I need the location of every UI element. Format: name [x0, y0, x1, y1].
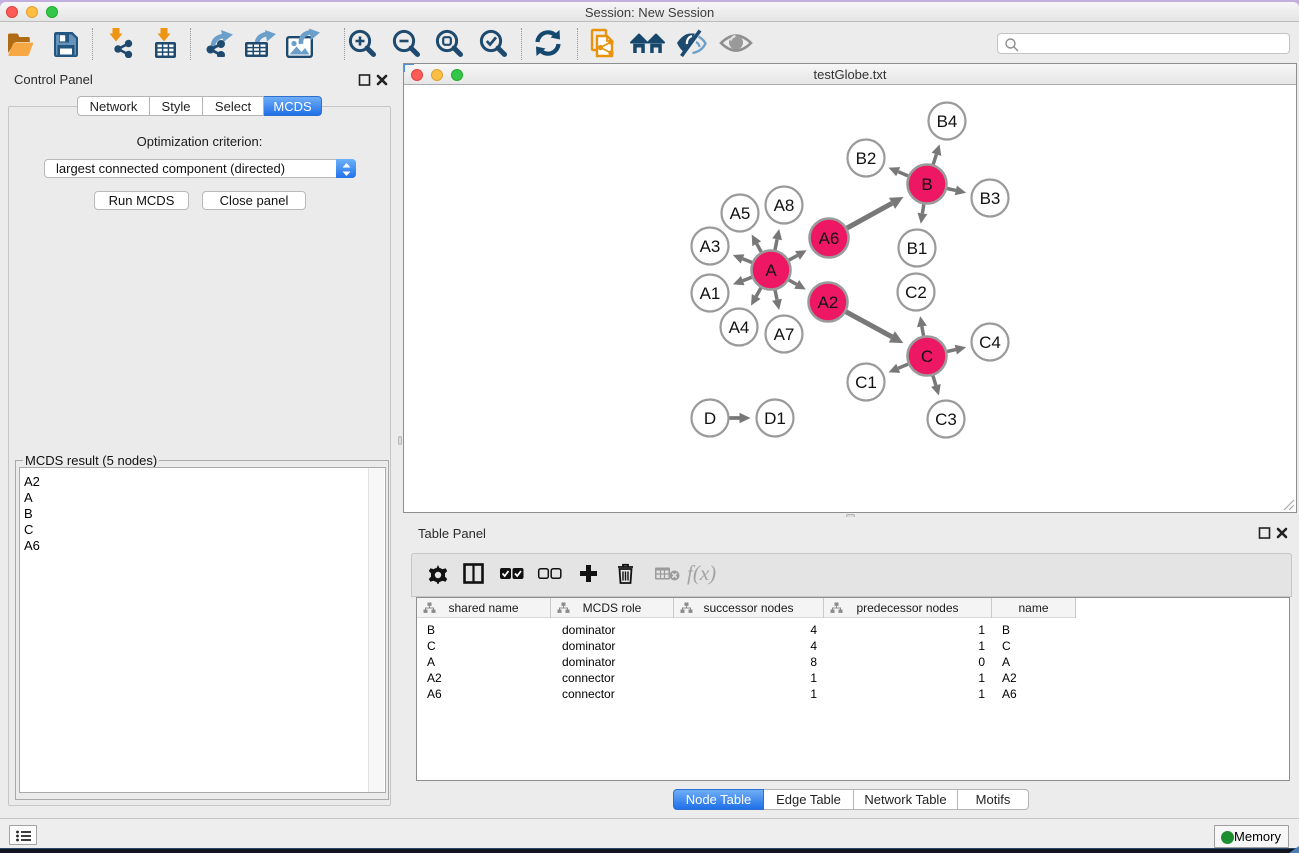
- svg-text:A3: A3: [700, 237, 721, 256]
- svg-text:A2: A2: [818, 293, 839, 312]
- svg-text:B1: B1: [907, 239, 928, 258]
- svg-text:A5: A5: [730, 204, 751, 223]
- svg-text:A1: A1: [700, 284, 721, 303]
- svg-text:D: D: [704, 409, 716, 428]
- svg-text:A4: A4: [729, 318, 750, 337]
- svg-text:A: A: [765, 261, 777, 280]
- svg-text:C: C: [921, 347, 933, 366]
- svg-text:B: B: [921, 175, 932, 194]
- svg-text:A8: A8: [774, 196, 795, 215]
- svg-text:C1: C1: [855, 373, 877, 392]
- svg-text:C4: C4: [979, 333, 1001, 352]
- svg-text:D1: D1: [764, 409, 786, 428]
- svg-text:C2: C2: [905, 283, 927, 302]
- svg-text:B4: B4: [937, 112, 958, 131]
- svg-text:B2: B2: [856, 149, 877, 168]
- svg-text:A6: A6: [819, 229, 840, 248]
- svg-text:A7: A7: [774, 325, 795, 344]
- svg-text:B3: B3: [980, 189, 1001, 208]
- svg-text:C3: C3: [935, 410, 957, 429]
